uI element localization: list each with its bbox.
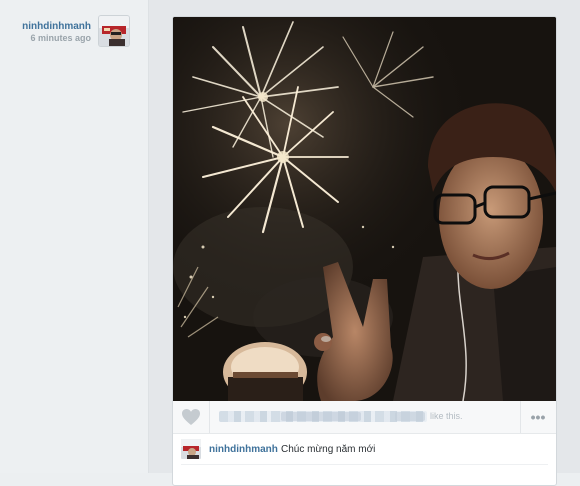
caption-row: ninhdinhmanh Chúc mừng năm mới <box>173 434 556 464</box>
post-card: like this. ••• ninhdinhmanh Chúc mừng nă… <box>172 16 557 486</box>
likers-list-redacted <box>281 412 361 421</box>
more-dots-icon[interactable]: ••• <box>528 409 548 425</box>
post-actions-bar: like this. ••• <box>173 401 556 434</box>
caption-text: Chúc mừng năm mới <box>281 444 376 455</box>
actions-divider <box>520 401 521 433</box>
comment-divider <box>181 464 548 465</box>
caption-author-link[interactable]: ninhdinhmanh <box>209 444 278 455</box>
author-avatar[interactable] <box>99 16 129 46</box>
likes-suffix-text: like this. <box>430 411 463 421</box>
post-author-link[interactable]: ninhdinhmanh <box>22 21 91 32</box>
heart-icon[interactable] <box>181 408 201 426</box>
likers-list-redacted <box>395 412 425 421</box>
timeline-meta-column <box>0 0 148 473</box>
actions-divider <box>209 401 210 433</box>
post-photo[interactable] <box>173 17 556 401</box>
post-timestamp: 6 minutes ago <box>30 33 91 43</box>
caption-avatar[interactable] <box>181 439 201 459</box>
